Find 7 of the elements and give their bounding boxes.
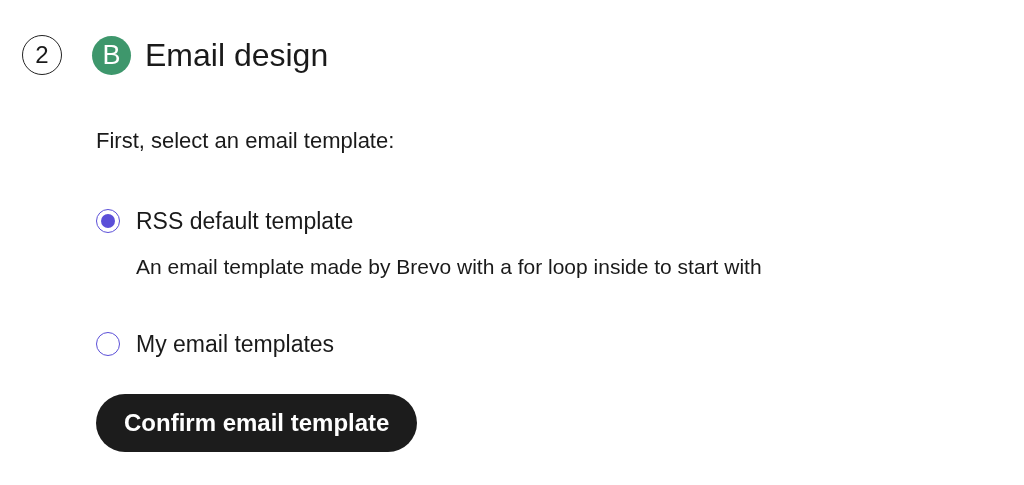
section-title: Email design <box>145 36 329 74</box>
option-description: An email template made by Brevo with a for loop inside to start with <box>136 254 763 280</box>
confirm-button[interactable]: Confirm email template <box>96 394 418 452</box>
logo-icon: B <box>92 35 131 75</box>
option-label[interactable]: My email templates <box>136 330 335 358</box>
option-label[interactable]: RSS default template <box>136 207 354 235</box>
prompt-text: First, select an email template: <box>96 127 396 155</box>
